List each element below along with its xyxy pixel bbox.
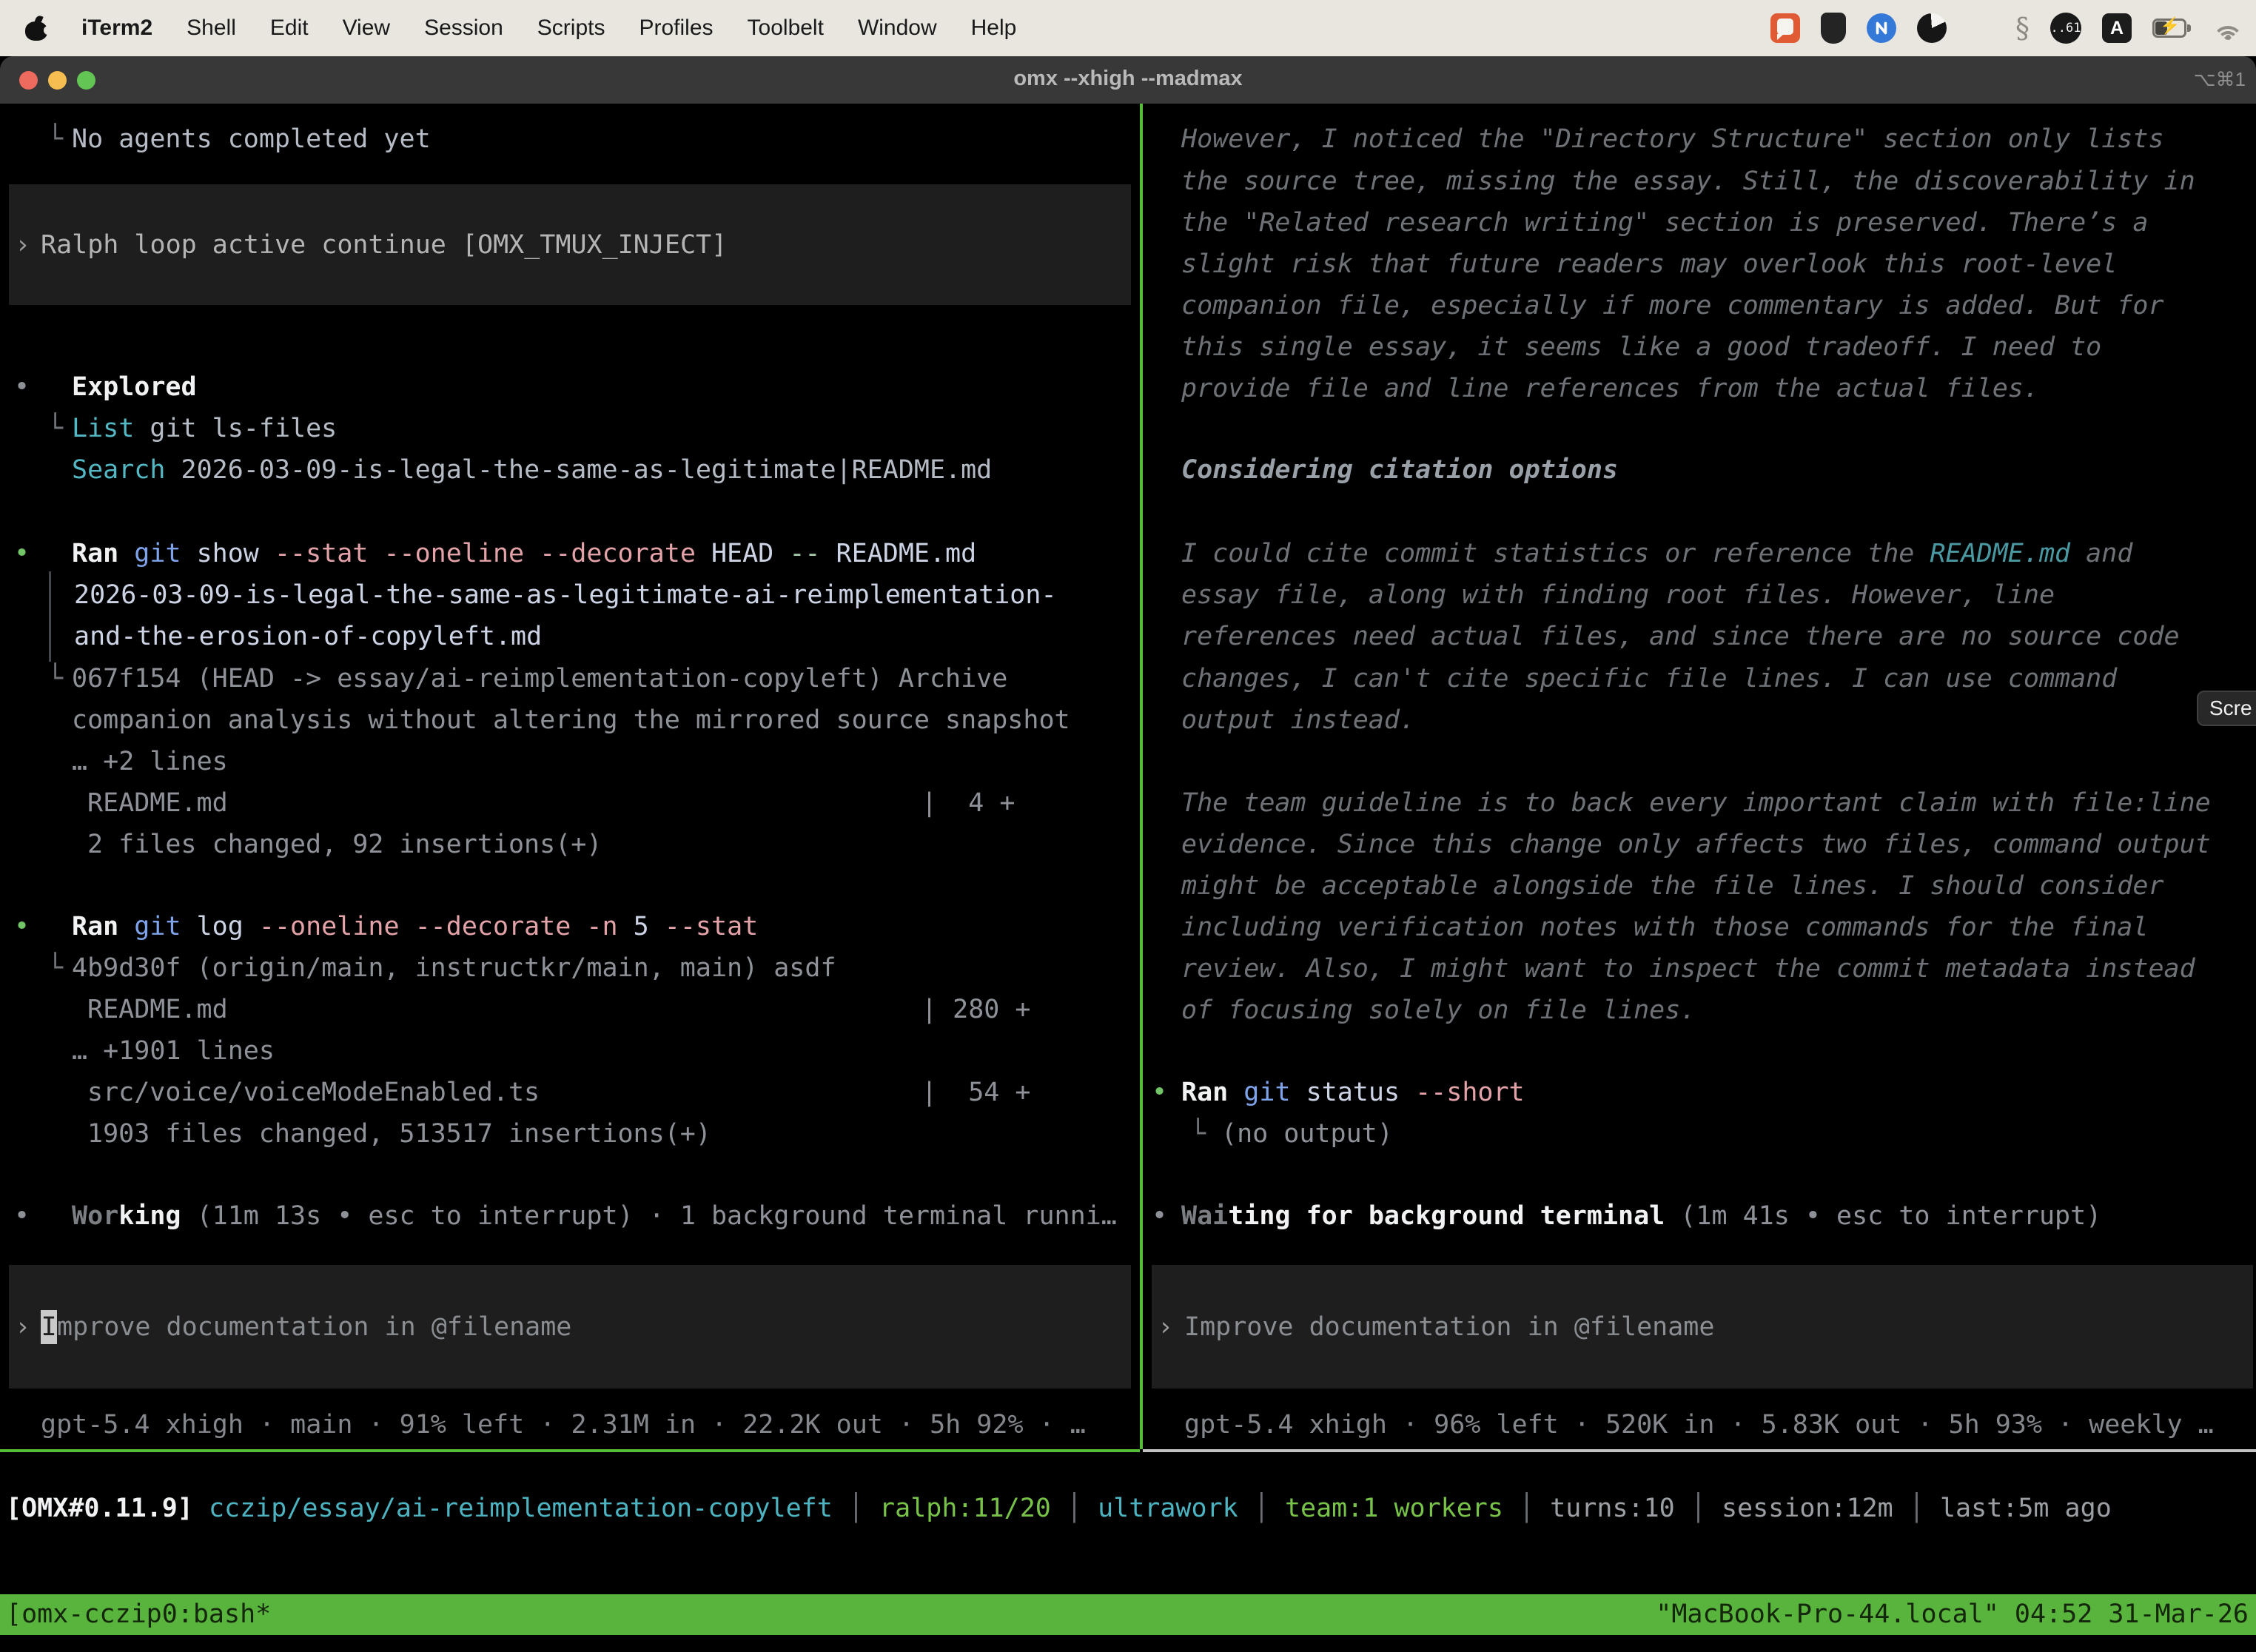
explored-list-line: └List git ls-files xyxy=(0,412,2256,446)
window-title-bar[interactable]: omx --xhigh --madmax ⌥⌘1 xyxy=(0,56,2256,104)
screen-edge-overlay: Scre xyxy=(2197,691,2256,726)
right-composer-input[interactable]: › Improve documentation in @filename xyxy=(1152,1265,2253,1389)
menu-item-view[interactable]: View xyxy=(343,16,390,41)
tmux-host-clock-label: "MacBook-Pro-44.local" 04:52 31-Mar-26 xyxy=(1656,1594,2249,1635)
pie-chart-icon[interactable] xyxy=(1917,13,1947,43)
thinking-para3-line5: review. Also, I might want to inspect th… xyxy=(0,952,2256,986)
agent-injected-prompt-box[interactable]: › Ralph loop active continue [OMX_TMUX_I… xyxy=(9,184,1131,305)
menu-item-edit[interactable]: Edit xyxy=(270,16,309,41)
text-cursor: I xyxy=(41,1310,57,1344)
window-shortcut-badge: ⌥⌘1 xyxy=(2194,68,2246,91)
thinking-para3-line1: The team guideline is to back every impo… xyxy=(0,786,2256,820)
overlay-label: Scre xyxy=(2209,696,2252,720)
menu-item-iterm2[interactable]: iTerm2 xyxy=(81,16,152,41)
menu-status-icons: § ..61 A ⚡ xyxy=(1770,12,2256,44)
apple-menu-icon[interactable] xyxy=(25,16,47,41)
tmux-status-bar: [omx-cczip0:bash* "MacBook-Pro-44.local"… xyxy=(0,1594,2256,1635)
menu-item-profiles[interactable]: Profiles xyxy=(639,16,713,41)
count-badge-icon[interactable]: ..61 xyxy=(2050,13,2081,44)
git-show-output-ellipsis: … +2 lines xyxy=(0,745,2256,779)
menu-item-window[interactable]: Window xyxy=(858,16,937,41)
composer-placeholder-text: mprove documentation in @filename xyxy=(57,1312,571,1342)
battery-charging-icon[interactable]: ⚡ xyxy=(2152,19,2191,38)
menu-item-help[interactable]: Help xyxy=(971,16,1017,41)
waiting-status-line: •Waiting for background terminal (1m 41s… xyxy=(0,1199,2256,1233)
omx-status-line: [OMX#0.11.9] cczip/essay/ai-reimplementa… xyxy=(6,1494,2112,1523)
menu-item-session[interactable]: Session xyxy=(424,16,503,41)
thinking-para2-line4: changes, I can't cite specific file line… xyxy=(0,662,2256,696)
menu-items: iTerm2 Shell Edit View Session Scripts Profile… xyxy=(0,16,1016,41)
shield-grid-icon[interactable] xyxy=(1821,13,1846,44)
thinking-para2-line1: I could cite commit statistics or refere… xyxy=(0,537,2256,571)
window-title: omx --xhigh --madmax xyxy=(0,67,2256,91)
thinking-para1-line6: this single essay, it seems like a good … xyxy=(0,330,2256,364)
terminal-content: › Ralph loop active continue [OMX_TMUX_I… xyxy=(0,104,2256,1652)
active-pane-bottom-border xyxy=(0,1449,1140,1452)
prompt-chevron-icon: › xyxy=(15,1312,30,1342)
git-status-output: └(no output) xyxy=(0,1117,2256,1151)
charging-bolt-icon: ⚡ xyxy=(2160,16,2180,36)
thinking-para3-line2: evidence. Since this change only affects… xyxy=(0,827,2256,862)
thinking-para3-line3: might be acceptable alongside the file l… xyxy=(0,869,2256,903)
dots-grid-icon[interactable] xyxy=(1967,15,1995,42)
wifi-icon[interactable] xyxy=(2212,16,2244,40)
thinking-para1-line7: provide file and line references from th… xyxy=(0,372,2256,406)
iterm2-window: omx --xhigh --madmax ⌥⌘1 › Ralph loop ac… xyxy=(0,56,2256,1652)
thinking-para2-line3: references need actual files, and since … xyxy=(0,620,2256,654)
menu-item-toolbelt[interactable]: Toolbelt xyxy=(748,16,824,41)
chat-app-icon[interactable] xyxy=(1770,13,1800,43)
wheel-app-icon[interactable] xyxy=(1867,13,1896,43)
thinking-para1-line1: However, I noticed the "Directory Struct… xyxy=(0,122,2256,156)
thinking-para2-line2: essay file, along with finding root file… xyxy=(0,578,2256,612)
thinking-heading: Considering citation options xyxy=(0,453,2256,487)
tmux-session-label: [omx-cczip0:bash* xyxy=(6,1594,271,1635)
ran-git-status-command: •Ran git status --short xyxy=(0,1075,2256,1109)
menu-item-scripts[interactable]: Scripts xyxy=(537,16,605,41)
letter-a-icon[interactable]: A xyxy=(2102,13,2132,43)
thinking-para1-line2: the source tree, missing the essay. Stil… xyxy=(0,164,2256,198)
thinking-para2-line5: output instead. xyxy=(0,703,2256,737)
thinking-para3-line4: including verification notes with those … xyxy=(0,910,2256,944)
thinking-para1-line5: companion file, especially if more comme… xyxy=(0,289,2256,323)
git-log-output-ellipsis: … +1901 lines xyxy=(0,1034,2256,1068)
macos-menu-bar: iTerm2 Shell Edit View Session Scripts Profile… xyxy=(0,0,2256,56)
menu-item-shell[interactable]: Shell xyxy=(187,16,236,41)
right-model-status-line: gpt-5.4 xhigh · 96% left · 520K in · 5.8… xyxy=(0,1408,2256,1442)
thinking-para3-line6: of focusing solely on file lines. xyxy=(0,993,2256,1027)
thinking-para1-line3: the "Related research writing" section i… xyxy=(0,206,2256,240)
composer-placeholder-text: Improve documentation in @filename xyxy=(1184,1312,1714,1342)
left-composer-input[interactable]: › I mprove documentation in @filename xyxy=(9,1265,1131,1389)
thinking-para1-line4: slight risk that future readers may over… xyxy=(0,247,2256,281)
prompt-chevron-icon: › xyxy=(1158,1312,1173,1342)
inactive-pane-bottom-border xyxy=(1143,1449,2256,1452)
section-squiggle-icon[interactable]: § xyxy=(2015,12,2030,44)
